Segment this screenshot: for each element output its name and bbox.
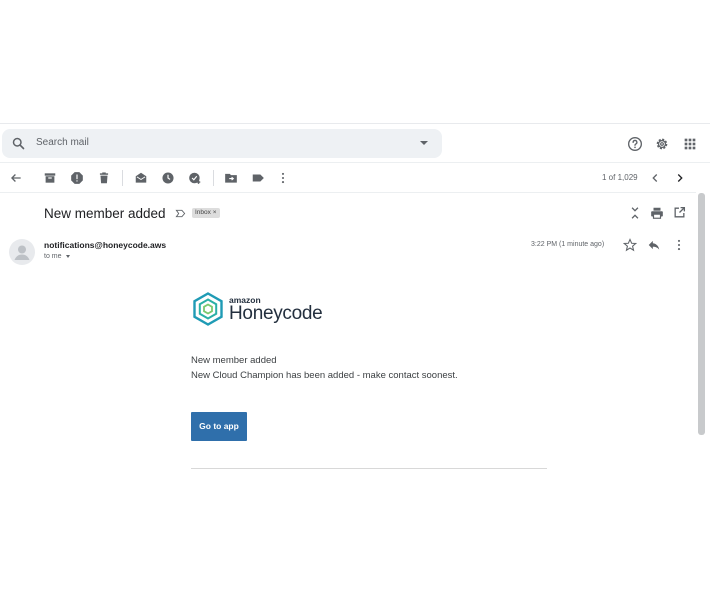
recipient-label: to me — [44, 253, 62, 260]
go-to-app-button[interactable]: Go to app — [191, 412, 247, 441]
more-vert-icon[interactable] — [276, 171, 290, 185]
search-icon[interactable] — [11, 136, 26, 151]
star-icon[interactable] — [623, 238, 637, 252]
settings-gear-icon[interactable] — [654, 136, 670, 152]
report-spam-icon[interactable] — [70, 171, 84, 185]
delete-icon[interactable] — [97, 171, 111, 185]
brand-honeycode-text: Honeycode — [229, 303, 323, 324]
top-divider — [0, 123, 710, 124]
chevron-right-icon[interactable] — [673, 171, 687, 185]
toolbar-separator — [122, 170, 123, 186]
toolbar-separator — [213, 170, 214, 186]
collapse-all-icon[interactable] — [628, 206, 642, 220]
pagination-count: 1 of 1,029 — [602, 173, 638, 182]
email-subject: New member added — [44, 206, 166, 221]
inbox-label-badge[interactable]: Inbox × — [192, 208, 220, 218]
search-input[interactable]: Search mail — [36, 137, 89, 148]
body-message: New Cloud Champion has been added - make… — [191, 370, 458, 381]
reply-icon[interactable] — [647, 238, 661, 252]
avatar-icon — [14, 245, 30, 260]
archive-icon[interactable] — [43, 171, 57, 185]
apps-grid-icon[interactable] — [682, 136, 698, 152]
label-icon[interactable] — [251, 171, 265, 185]
sender-address[interactable]: notifications@honeycode.aws — [44, 240, 166, 250]
received-time: 3:22 PM (1 minute ago) — [531, 241, 605, 248]
dropdown-caret-icon[interactable] — [420, 141, 428, 145]
snooze-icon[interactable] — [161, 171, 175, 185]
add-to-tasks-icon[interactable] — [188, 171, 202, 185]
chevron-left-icon[interactable] — [648, 171, 662, 185]
sender-avatar[interactable] — [9, 239, 35, 265]
back-arrow-icon[interactable] — [9, 171, 23, 185]
open-new-window-icon[interactable] — [673, 206, 686, 219]
search-bar[interactable]: Search mail — [2, 129, 442, 158]
help-icon[interactable] — [627, 136, 643, 152]
recipient-details[interactable]: to me — [44, 253, 71, 260]
honeycode-logo-icon — [193, 292, 223, 326]
body-divider — [191, 468, 547, 469]
mark-unread-icon[interactable] — [134, 171, 148, 185]
body-heading: New member added — [191, 355, 277, 366]
scrollbar[interactable] — [698, 193, 705, 435]
move-to-icon[interactable] — [224, 171, 238, 185]
chevron-down-icon[interactable] — [66, 254, 71, 258]
print-icon[interactable] — [650, 206, 664, 220]
important-marker-icon[interactable] — [175, 208, 186, 219]
toolbar-top-divider — [0, 162, 710, 163]
toolbar-bottom-divider — [0, 192, 696, 193]
message-more-icon[interactable] — [672, 238, 686, 252]
